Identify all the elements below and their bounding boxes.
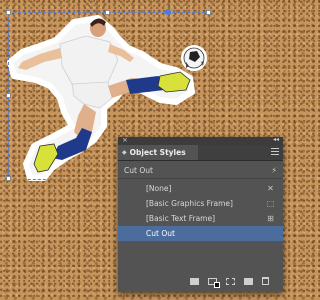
chevron-icon: ◆: [122, 149, 127, 156]
list-item-basic-text-frame[interactable]: [Basic Text Frame] ⊞: [118, 211, 283, 226]
content-grabber-handle[interactable]: [165, 9, 171, 15]
collapse-panel-icon[interactable]: ◂◂: [273, 136, 279, 143]
list-item-none[interactable]: [None] ✕: [118, 181, 283, 196]
text-frame-icon: ⊞: [267, 214, 274, 223]
panel-menu-icon[interactable]: [271, 148, 279, 157]
clear-overrides-icon[interactable]: [208, 277, 220, 288]
panel-footer: [118, 270, 283, 292]
current-style-label: Cut Out: [124, 165, 153, 175]
create-new-style-icon[interactable]: [244, 277, 253, 285]
close-panel-icon[interactable]: ×: [122, 136, 128, 144]
object-styles-panel: × ◂◂ ◆ Object Styles Cut Out ⚡ [None] ✕ …: [118, 136, 283, 292]
new-style-group-icon[interactable]: [190, 277, 199, 285]
panel-title-bar[interactable]: × ◂◂: [118, 136, 283, 145]
style-label: Cut Out: [146, 229, 175, 238]
clear-attributes-icon[interactable]: [226, 277, 235, 285]
style-label: [Basic Text Frame]: [146, 214, 216, 223]
panel-tab-row: ◆ Object Styles: [118, 145, 283, 161]
graphics-frame-icon: ⬚: [266, 199, 275, 208]
panel-title: Object Styles: [129, 148, 186, 157]
delete-style-icon[interactable]: [262, 277, 269, 285]
list-item-basic-graphics-frame[interactable]: [Basic Graphics Frame] ⬚: [118, 196, 283, 211]
frame-handle-middle-left[interactable]: [6, 93, 11, 98]
current-style-header: Cut Out ⚡: [118, 164, 283, 176]
style-label: [Basic Graphics Frame]: [146, 199, 233, 208]
style-label: [None]: [146, 184, 172, 193]
frame-handle-top-left[interactable]: [6, 10, 11, 15]
tab-object-styles[interactable]: ◆ Object Styles: [118, 145, 198, 160]
frame-handle-top-middle[interactable]: [105, 10, 110, 15]
frame-handle-bottom-left[interactable]: [6, 176, 11, 181]
lightning-icon: ⚡: [271, 165, 277, 175]
frame-handle-top-right[interactable]: [206, 10, 211, 15]
list-item-cut-out[interactable]: Cut Out: [118, 226, 283, 241]
styles-list: [None] ✕ [Basic Graphics Frame] ⬚ [Basic…: [118, 181, 283, 241]
none-style-icon: ✕: [267, 184, 274, 193]
panel-divider: [118, 178, 283, 179]
